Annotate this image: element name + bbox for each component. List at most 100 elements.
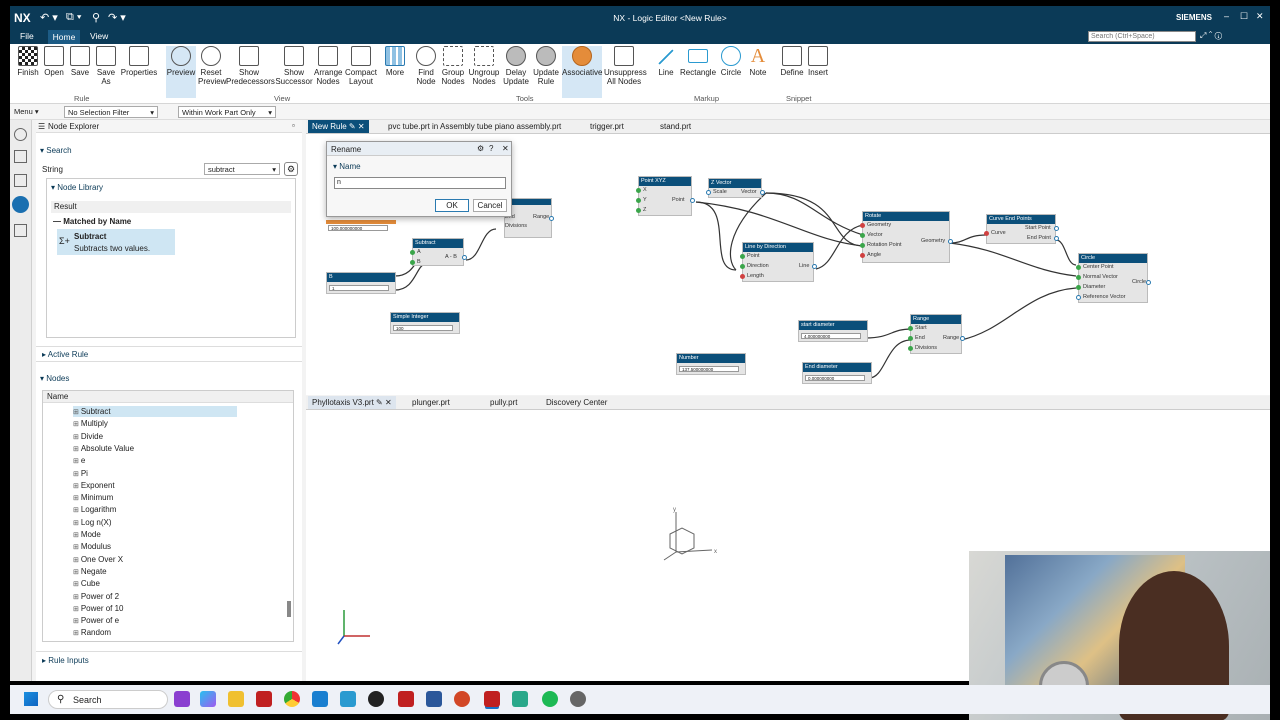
rotate-output-port[interactable] xyxy=(948,239,953,244)
teams-icon[interactable] xyxy=(512,691,528,707)
find-node-button[interactable]: Find Node xyxy=(414,46,438,98)
node-list-item[interactable]: ⊞ Pi xyxy=(73,468,237,479)
node-list-item[interactable]: ⊞ Modulus xyxy=(73,541,237,552)
tab-discovery-center[interactable]: Discovery Center xyxy=(542,396,611,409)
preview-button[interactable]: Preview xyxy=(166,46,196,98)
dialog-settings-icon[interactable]: ⚙ xyxy=(477,144,484,153)
circle-normal-port[interactable] xyxy=(1076,275,1081,280)
redo-icon[interactable]: ↷ ▾ xyxy=(108,11,126,24)
define-button[interactable]: Define xyxy=(780,46,804,98)
line-output-port[interactable] xyxy=(812,264,817,269)
node-list-item[interactable]: ⊞ One Over X xyxy=(73,554,237,565)
circle-node[interactable]: Circle Center Point Normal Vector Diamet… xyxy=(1076,253,1151,303)
chrome-icon[interactable] xyxy=(284,691,300,707)
dialog-close-icon[interactable]: ✕ xyxy=(502,144,509,153)
subtract-input-a-port[interactable] xyxy=(410,250,415,255)
browser-icon[interactable] xyxy=(340,691,356,707)
compact-layout-button[interactable]: Compact Layout xyxy=(344,46,378,98)
minimize-icon[interactable]: – xyxy=(1224,11,1229,21)
node-list-item[interactable]: ⊞ Square Root xyxy=(73,640,237,642)
node-list-item[interactable]: ⊞ Logarithm xyxy=(73,504,237,515)
name-input[interactable]: n xyxy=(334,177,506,189)
panel-close-icon[interactable]: ▫ xyxy=(292,121,295,130)
dialog-help-icon[interactable]: ? xyxy=(489,144,493,153)
point-y-port[interactable] xyxy=(636,198,641,203)
taskbar-search-box[interactable]: ⚲ Search xyxy=(48,690,168,709)
properties-button[interactable]: Properties xyxy=(120,46,158,98)
circle-output-port[interactable] xyxy=(1146,280,1151,285)
name-section-header[interactable]: ▾ Name xyxy=(333,162,361,171)
finish-button[interactable]: Finish xyxy=(16,46,40,98)
line-point-port[interactable] xyxy=(740,254,745,259)
circle-reference-port[interactable] xyxy=(1076,295,1081,300)
reset-preview-button[interactable]: Reset Preview xyxy=(198,46,226,98)
top-value-field[interactable]: 100.000000000 xyxy=(328,225,388,231)
scrollbar-thumb[interactable] xyxy=(287,601,291,617)
nx-app-icon-active[interactable] xyxy=(484,691,500,707)
point-xyz-node[interactable]: Point XYZ X Y Z Point xyxy=(636,176,695,216)
range-node[interactable]: Range Start End Divisions Range xyxy=(908,314,965,354)
maximize-icon[interactable]: ☐ xyxy=(1240,11,1248,22)
insert-button[interactable]: Insert xyxy=(806,46,830,98)
z-vector-scale-port[interactable] xyxy=(706,190,711,195)
node-list-item[interactable]: ⊞ e xyxy=(73,455,237,466)
close-icon[interactable]: ✕ xyxy=(1256,11,1264,22)
save-as-button[interactable]: Save As xyxy=(94,46,118,98)
subtract-node[interactable]: Subtract A B A - B xyxy=(410,238,467,266)
mail-icon[interactable] xyxy=(312,691,328,707)
node-library-header[interactable]: ▾ Node Library xyxy=(51,183,103,197)
rotate-node[interactable]: Rotate Geometry Vector Rotation Point An… xyxy=(860,211,953,263)
line-button[interactable]: Line xyxy=(654,46,678,98)
subtract-input-b-port[interactable] xyxy=(410,260,415,265)
circle-button[interactable]: Circle xyxy=(718,46,744,98)
curve-input-port[interactable] xyxy=(984,231,989,236)
microphone-icon[interactable]: ⚲ xyxy=(92,11,100,24)
tab-plunger[interactable]: plunger.prt xyxy=(408,396,454,409)
node-list-item[interactable]: ⊞ Minimum xyxy=(73,492,237,503)
word-icon[interactable] xyxy=(426,691,442,707)
menu-view[interactable]: View xyxy=(90,31,108,41)
show-predecessors-button[interactable]: Show Predecessors xyxy=(226,46,275,98)
powerpoint-icon[interactable] xyxy=(454,691,470,707)
z-vector-node[interactable]: Z Vector Scale Vector xyxy=(706,178,765,198)
part-navigator-icon[interactable] xyxy=(14,150,27,163)
file-explorer-icon[interactable] xyxy=(228,691,244,707)
point-output-port[interactable] xyxy=(690,198,695,203)
point-x-port[interactable] xyxy=(636,188,641,193)
node-list-item[interactable]: ⊞ Negate xyxy=(73,566,237,577)
rotate-angle-port[interactable] xyxy=(860,253,865,258)
circle-diameter-port[interactable] xyxy=(1076,285,1081,290)
ok-button[interactable]: OK xyxy=(435,199,469,212)
windows-start-icon[interactable] xyxy=(24,692,38,706)
node-list-item[interactable]: ⊞ Mode xyxy=(73,529,237,540)
range-output-port[interactable] xyxy=(549,216,554,221)
node-list-item[interactable]: ⊞ Power of e xyxy=(73,615,237,626)
line-length-port[interactable] xyxy=(740,274,745,279)
node-list-item[interactable]: ⊞ Cube xyxy=(73,578,237,589)
assembly-navigator-icon[interactable] xyxy=(14,174,27,187)
start-point-output-port[interactable] xyxy=(1054,226,1059,231)
save-button[interactable]: Save xyxy=(68,46,92,98)
menu-dropdown[interactable]: Menu ▾ xyxy=(14,107,39,116)
show-successor-button[interactable]: Show Successor xyxy=(274,46,314,98)
active-rule-row[interactable]: ▸ Active Rule xyxy=(36,346,302,362)
z-vector-output-port[interactable] xyxy=(760,190,765,195)
more-button[interactable]: More xyxy=(382,46,408,98)
node-list-item[interactable]: ⊞ Subtract xyxy=(73,406,237,417)
settings-app-icon[interactable] xyxy=(570,691,586,707)
matched-by-name-group[interactable]: — Matched by Name xyxy=(53,217,131,226)
b-input-node[interactable]: B 1 xyxy=(326,272,396,294)
spotify-icon[interactable] xyxy=(542,691,558,707)
explorer-menu-icon[interactable]: ☰ xyxy=(38,122,45,131)
selection-filter-select[interactable]: No Selection Filter ▾ xyxy=(64,106,158,118)
scope-select[interactable]: Within Work Part Only ▾ xyxy=(178,106,276,118)
search-section-header[interactable]: ▾ Search xyxy=(40,146,72,160)
command-search-input[interactable] xyxy=(1088,31,1196,42)
curve-end-points-node[interactable]: Curve End Points Curve Start Point End P… xyxy=(984,214,1059,244)
window-icon[interactable]: ⧉ ▾ xyxy=(66,11,82,24)
rotate-vector-port[interactable] xyxy=(860,233,865,238)
end-diameter-node[interactable]: End diameter 0.000000000 xyxy=(802,362,872,384)
tab-phyllotaxis[interactable]: Phyllotaxis V3.prt ✎ ✕ xyxy=(308,396,396,409)
update-rule-button[interactable]: Update Rule xyxy=(532,46,560,98)
range-output-port[interactable] xyxy=(960,336,965,341)
